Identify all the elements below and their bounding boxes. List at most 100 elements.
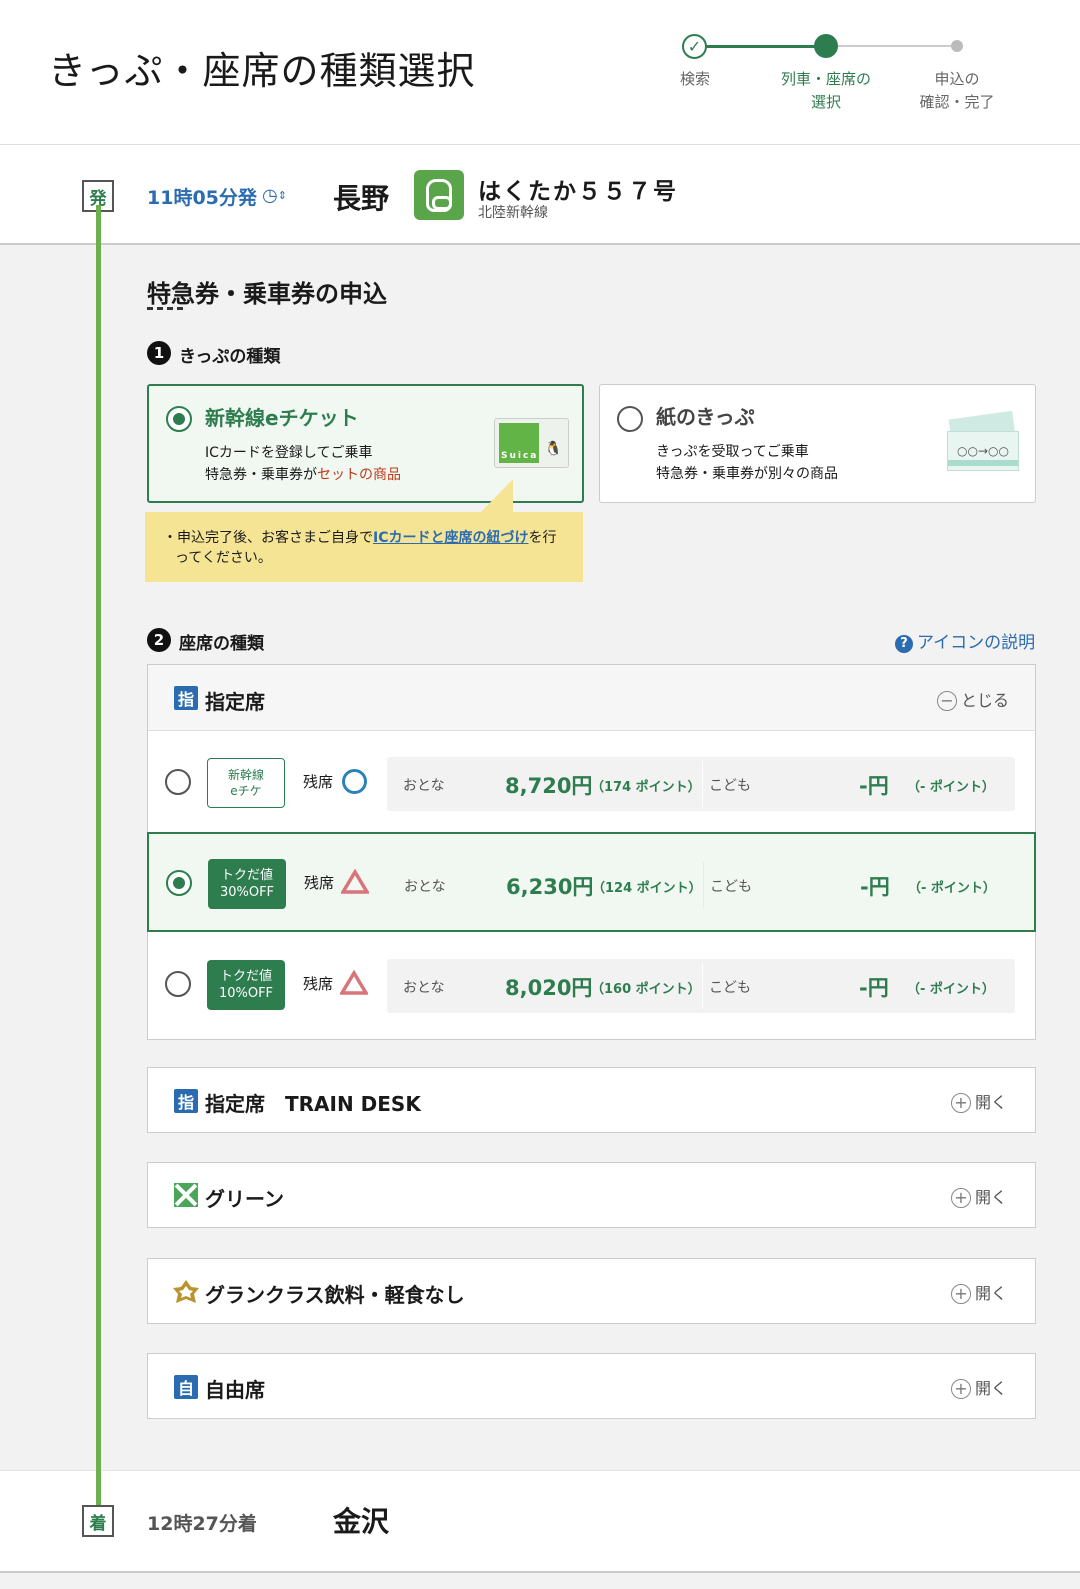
child-points: （- ポイント） — [908, 881, 996, 896]
ticket-option-desc: ICカードを登録してご乗車 特急券・乗車券がセットの商品 — [205, 445, 401, 483]
help-icon: ? — [895, 635, 913, 653]
icon-help-link[interactable]: ? アイコンの説明 — [895, 628, 1035, 653]
ticket-option-eticket[interactable]: 新幹線eチケット ICカードを登録してご乗車 特急券・乗車券がセットの商品 Su… — [147, 384, 584, 503]
adult-label: おとな — [403, 980, 445, 996]
discount-badge: トクだ値 30%OFF — [208, 859, 286, 909]
step-label-confirm: 申込の 確認・完了 — [919, 70, 995, 111]
seat-radio[interactable] — [166, 870, 192, 896]
adult-points: （124 ポイント） — [592, 881, 702, 896]
ticket-option-title: 新幹線eチケット — [205, 406, 359, 430]
plus-icon: + — [950, 1188, 971, 1208]
green-car-panel[interactable]: グリーン + 開く — [147, 1162, 1036, 1228]
departure-time: 11時05分発 — [147, 187, 257, 209]
adult-price: 8,020円 — [505, 976, 593, 1000]
expand-toggle[interactable]: + 開く — [950, 1184, 1007, 1208]
availability-triangle-icon — [340, 970, 368, 995]
route-timeline — [96, 205, 101, 1510]
adult-points: （160 ポイント） — [591, 982, 701, 997]
ticket-option-desc: きっぷを受取ってご乗車 特急券・乗車券が別々の商品 — [656, 444, 838, 482]
child-points: （- ポイント） — [907, 982, 995, 997]
adult-label: おとな — [403, 778, 445, 794]
seat-radio[interactable] — [165, 971, 191, 997]
child-label: こども — [709, 980, 751, 996]
page-header: きっぷ・座席の種類選択 ✓ 検索 列車・座席の 選択 申込の 確認・完了 — [0, 0, 1080, 145]
train-name: はくたか５５７号 — [478, 179, 678, 205]
seat-option-row[interactable]: トクだ値 10%OFF 残席 おとな 8,020円 （160 ポイント） こども … — [148, 935, 1035, 1035]
adult-label: おとな — [404, 879, 446, 895]
reserved-seat-icon: 指 — [174, 1089, 198, 1113]
seat-option-row[interactable]: トクだ値 30%OFF 残席 おとな 6,230円 （124 ポイント） こども … — [147, 832, 1036, 932]
section-title: 特急券・乗車券の申込 — [147, 280, 387, 308]
ic-card-link[interactable]: ICカードと座席の紐づけ — [373, 530, 528, 546]
seat-type-heading: 座席の種類 — [179, 634, 264, 654]
info-note: ・申込完了後、お客さまご自身でICカードと座席の紐づけを行 ってください。 — [145, 512, 583, 582]
plus-icon: + — [950, 1284, 971, 1304]
arrival-station: 金沢 — [333, 1505, 390, 1538]
child-points: （- ポイント） — [907, 780, 995, 795]
train-icon — [414, 170, 464, 220]
step-label-select: 列車・座席の 選択 — [780, 70, 871, 111]
availability-triangle-icon — [341, 869, 369, 894]
step-pending-dot — [951, 40, 963, 52]
plus-icon: + — [950, 1093, 971, 1113]
price-box: おとな 6,230円 （124 ポイント） こども -円 （- ポイント） — [388, 858, 1016, 912]
availability-circle-icon — [342, 769, 367, 794]
departure-station: 長野 — [333, 182, 390, 215]
price-box: おとな 8,020円 （160 ポイント） こども -円 （- ポイント） — [387, 959, 1015, 1013]
seat-option-row[interactable]: 新幹線 eチケ 残席 おとな 8,720円 （174 ポイント） こども -円 （… — [148, 731, 1035, 831]
panel-title: 自由席 — [205, 1378, 265, 1402]
panel-title: 指定席 — [205, 690, 265, 714]
seat-radio[interactable] — [165, 769, 191, 795]
arrival-tag: 着 — [82, 1505, 114, 1537]
step-line-pending — [837, 45, 957, 47]
step-number-badge: 2 — [147, 628, 171, 652]
child-label: こども — [709, 778, 751, 794]
step-line-done — [702, 45, 820, 48]
child-price: -円 — [859, 976, 889, 1000]
discount-badge: トクだ値 10%OFF — [207, 960, 285, 1010]
page-title: きっぷ・座席の種類選択 — [48, 49, 476, 93]
radio-paper[interactable] — [617, 406, 643, 432]
green-car-icon — [174, 1183, 198, 1207]
step-current-dot — [814, 34, 838, 58]
panel-title: グランクラス飲料・軽食なし — [205, 1283, 465, 1307]
ticket-option-paper[interactable]: 紙のきっぷ きっぷを受取ってご乗車 特急券・乗車券が別々の商品 ○○→○○ — [599, 384, 1036, 503]
adult-price: 6,230円 — [506, 875, 594, 899]
panel-title: 指定席 TRAIN DESK — [205, 1092, 421, 1116]
train-line: 北陸新幹線 — [478, 205, 548, 221]
child-price: -円 — [860, 875, 890, 899]
ticket-type-heading: きっぷの種類 — [179, 347, 281, 367]
availability-label: 残席 — [303, 975, 334, 993]
child-price: -円 — [859, 774, 889, 798]
reserved-seat-panel-header[interactable]: 指 指定席 − とじる — [148, 665, 1035, 731]
reserved-seat-panel: 指 指定席 − とじる 新幹線 eチケ 残席 おとな 8,720円 （174 ポイン… — [147, 664, 1036, 1040]
train-desk-panel[interactable]: 指 指定席 TRAIN DESK + 開く — [147, 1067, 1036, 1133]
adult-price: 8,720円 — [505, 774, 593, 798]
radio-eticket[interactable] — [166, 406, 192, 432]
title-underline — [147, 307, 183, 310]
price-box: おとな 8,720円 （174 ポイント） こども -円 （- ポイント） — [387, 757, 1015, 811]
eticket-badge: 新幹線 eチケ — [207, 758, 285, 808]
adult-points: （174 ポイント） — [591, 780, 701, 795]
expand-toggle[interactable]: + 開く — [950, 1089, 1007, 1113]
step-done-check-icon: ✓ — [682, 34, 707, 59]
progress-stepper: ✓ 検索 列車・座席の 選択 申込の 確認・完了 — [672, 28, 1052, 128]
minus-icon: − — [936, 691, 957, 711]
expand-toggle[interactable]: + 開く — [950, 1375, 1007, 1399]
non-reserved-seat-icon: 自 — [174, 1375, 198, 1399]
step-number-badge: 1 — [147, 341, 171, 365]
gran-class-icon — [173, 1280, 199, 1303]
arrival-time: 12時27分着 — [147, 1513, 257, 1535]
suica-card-image: Suica 🐧 — [494, 418, 569, 468]
step-label-search: 検索 — [679, 70, 710, 88]
ticket-option-title: 紙のきっぷ — [656, 405, 755, 429]
child-label: こども — [710, 879, 752, 895]
expand-toggle[interactable]: + 開く — [950, 1280, 1007, 1304]
collapse-toggle[interactable]: − とじる — [936, 687, 1009, 711]
availability-label: 残席 — [304, 874, 335, 892]
clock-icon[interactable]: ◷⇕ — [262, 185, 287, 206]
plus-icon: + — [950, 1379, 971, 1399]
reserved-seat-icon: 指 — [174, 686, 198, 710]
gran-class-panel[interactable]: グランクラス飲料・軽食なし + 開く — [147, 1258, 1036, 1324]
non-reserved-panel[interactable]: 自 自由席 + 開く — [147, 1353, 1036, 1419]
